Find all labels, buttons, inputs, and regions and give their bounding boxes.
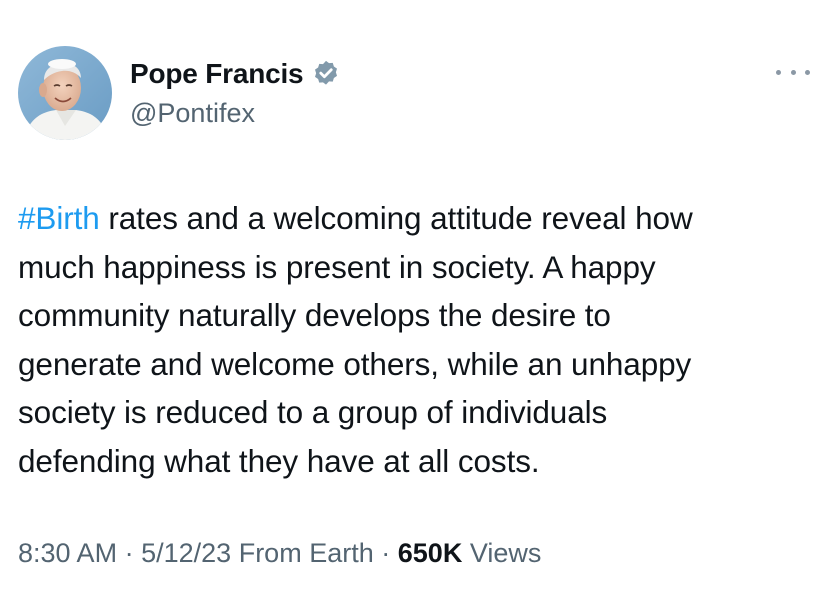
hashtag-link[interactable]: #Birth: [18, 200, 100, 236]
meta-separator: ·: [381, 538, 391, 568]
tweet-text-line: #Birth rates and a welcoming attitude re…: [18, 194, 818, 243]
more-dot: [805, 69, 810, 75]
more-dot: [790, 69, 796, 75]
tweet-text-line: society is reduced to a group of individ…: [18, 394, 608, 430]
views-count[interactable]: 650K: [398, 538, 463, 568]
verified-badge-icon[interactable]: [311, 59, 341, 89]
tweet-source: From Earth: [238, 538, 374, 568]
tweet-text-line: much happiness is present in society. A …: [18, 248, 656, 285]
more-dot: [776, 69, 781, 75]
tweet-text-line: defending what they have at all costs.: [18, 442, 540, 479]
more-options-icon[interactable]: [776, 62, 810, 82]
avatar[interactable]: [18, 46, 112, 140]
tweet-date[interactable]: 5/12/23: [141, 538, 231, 568]
tweet-text: #Birth rates and a welcoming attitude re…: [18, 194, 818, 485]
meta-separator: ·: [124, 538, 134, 568]
author-display-name[interactable]: Pope Francis: [130, 58, 304, 90]
pope-avatar-icon: [18, 46, 112, 140]
tweet-text-line: community naturally develops the desire …: [18, 297, 611, 333]
tweet-time[interactable]: 8:30 AM: [18, 538, 117, 568]
tweet-text-line: generate and welcome others, while an un…: [18, 345, 692, 382]
author-name-row: Pope Francis: [130, 56, 341, 92]
tweet-metadata: 8:30 AM · 5/12/23 From Earth · 650K View…: [18, 538, 541, 569]
author-handle[interactable]: @Pontifex: [130, 98, 255, 129]
views-label: Views: [469, 538, 542, 568]
tweet-card: Pope Francis @Pontifex #Birth rates and …: [0, 0, 828, 598]
tweet-text-segment: rates and a welcoming attitude reveal ho…: [99, 200, 693, 236]
